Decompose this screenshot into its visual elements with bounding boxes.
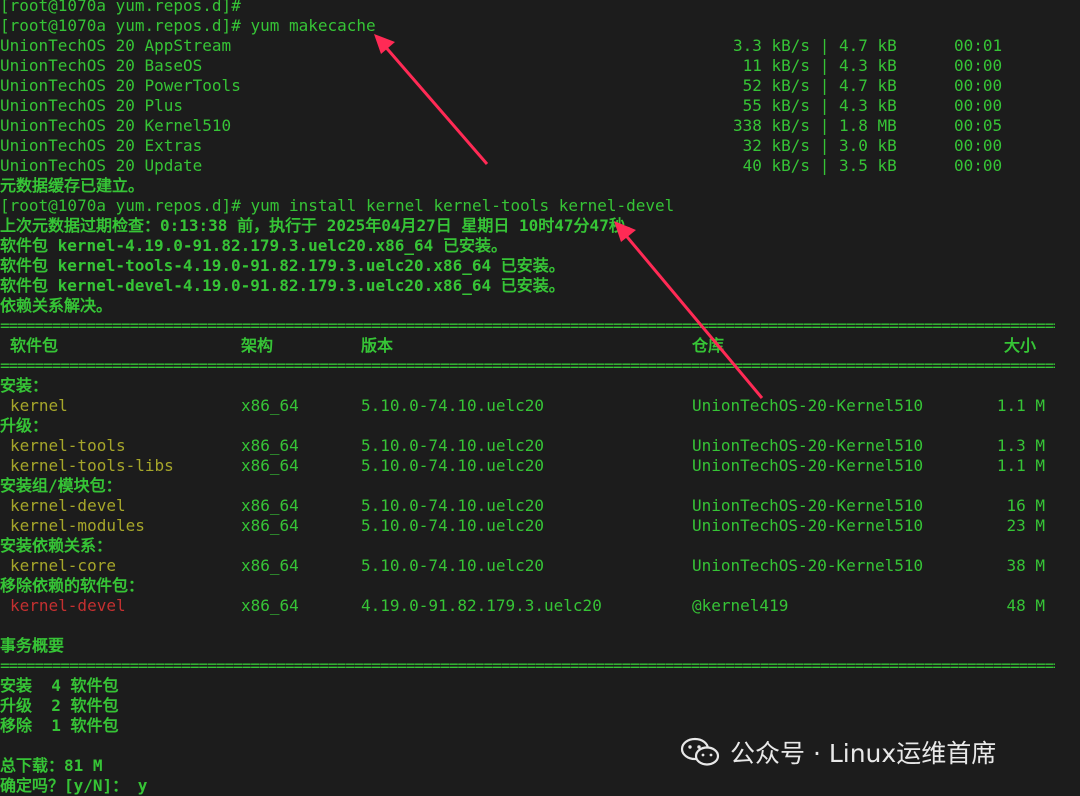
arrow-to-makecache <box>374 34 489 165</box>
watermark: 公众号 · Linux运维首席 <box>680 734 996 770</box>
wechat-icon <box>680 737 720 766</box>
annotation-arrows <box>374 34 764 399</box>
watermark-text: 公众号 · Linux运维首席 <box>730 739 997 768</box>
arrow-to-install-command <box>614 221 764 399</box>
